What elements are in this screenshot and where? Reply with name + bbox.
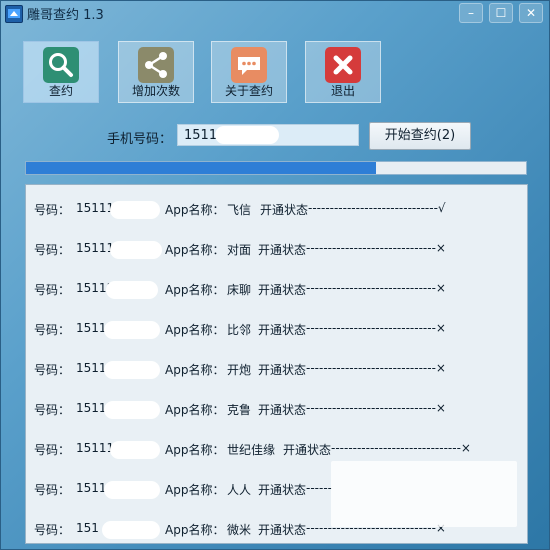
app-name: 微米	[227, 523, 252, 537]
list-item: 号码： 15111 App名称： 对面 开通状态 ---------------…	[26, 231, 527, 267]
app-label: App名称：	[165, 323, 225, 337]
status-value: ------------------------------×	[306, 241, 446, 255]
title-bar[interactable]: 雕哥查约 1.3 – ☐ ✕	[1, 1, 550, 25]
phone-row: 手机号码： 开始查约(2)	[1, 122, 550, 152]
share-icon	[138, 47, 174, 83]
number-value: 1511	[76, 481, 107, 495]
progress-bar	[25, 161, 527, 175]
number-label: 号码：	[34, 443, 71, 457]
start-check-button[interactable]: 开始查约(2)	[369, 122, 471, 150]
app-name: 世纪佳缘	[227, 443, 276, 457]
app-name: 对面	[227, 243, 252, 257]
status-label: 开通状态	[258, 483, 307, 497]
number-label: 号码：	[34, 483, 71, 497]
redaction-blur	[110, 441, 160, 459]
window-controls: – ☐ ✕	[459, 3, 543, 23]
list-item: 号码： 15111 App名称： 飞信 开通状态 ---------------…	[26, 191, 527, 227]
close-window-button[interactable]: ✕	[519, 3, 543, 23]
redaction-blur	[104, 321, 160, 339]
list-item: 号码： 15111 App名称： 床聊 开通状态 ---------------…	[26, 271, 527, 307]
check-button[interactable]: 查约	[23, 41, 99, 103]
number-value: 15111	[76, 441, 115, 455]
exit-button-label: 退出	[330, 84, 355, 98]
status-value: ------	[306, 481, 332, 495]
app-label: App名称：	[165, 523, 225, 537]
list-item: 号码： 1511 App名称： 比邻 开通状态 ----------------…	[26, 311, 527, 347]
close-window-icon: ✕	[525, 6, 537, 20]
status-label: 开通状态	[283, 443, 332, 457]
status-label: 开通状态	[258, 243, 307, 257]
status-value: ------------------------------×	[331, 441, 471, 455]
maximize-icon: ☐	[495, 6, 507, 20]
app-window: 雕哥查约 1.3 – ☐ ✕ 查约 增加次数 关于查约 退出 手机号码： 151…	[0, 0, 550, 550]
list-item: 号码： 1511 App名称： 克鲁 开通状态 ----------------…	[26, 391, 527, 427]
number-label: 号码：	[34, 403, 71, 417]
app-name: 克鲁	[227, 403, 252, 417]
status-value: ------------------------------×	[306, 321, 446, 335]
app-label: App名称：	[165, 363, 225, 377]
status-value: ------------------------------×	[306, 401, 446, 415]
number-label: 号码：	[34, 203, 71, 217]
redaction-blur	[102, 521, 160, 539]
minimize-button[interactable]: –	[459, 3, 483, 23]
about-button[interactable]: 关于查约	[211, 41, 287, 103]
redaction-blur	[215, 126, 279, 144]
check-button-label: 查约	[48, 84, 73, 98]
status-label: 开通状态	[258, 403, 307, 417]
number-value: 151	[76, 521, 99, 535]
number-value: 1511	[76, 401, 107, 415]
window-title: 雕哥查约 1.3	[27, 8, 104, 23]
redaction-blur	[104, 481, 160, 499]
minimize-icon: –	[468, 6, 474, 20]
number-label: 号码：	[34, 363, 71, 377]
add-count-button[interactable]: 增加次数	[118, 41, 194, 103]
about-button-label: 关于查约	[224, 84, 273, 98]
number-label: 号码：	[34, 283, 71, 297]
list-item: 号码： 1511 App名称： 开炮 开通状态 ----------------…	[26, 351, 527, 387]
number-label: 号码：	[34, 243, 71, 257]
number-label: 号码：	[34, 323, 71, 337]
status-value: ------------------------------√	[308, 201, 446, 215]
app-label: App名称：	[165, 403, 225, 417]
app-name: 人人	[227, 483, 252, 497]
status-label: 开通状态	[258, 363, 307, 377]
redaction-blur	[110, 201, 160, 219]
app-name: 飞信	[227, 203, 252, 217]
watermark-overlay	[331, 461, 517, 527]
app-logo-icon	[5, 5, 23, 23]
number-value: 1511	[76, 361, 107, 375]
redaction-blur	[104, 401, 160, 419]
search-icon	[43, 47, 79, 83]
app-name: 开炮	[227, 363, 252, 377]
number-value: 1511	[76, 321, 107, 335]
phone-label: 手机号码：	[107, 132, 173, 147]
exit-button[interactable]: 退出	[305, 41, 381, 103]
status-label: 开通状态	[258, 323, 307, 337]
number-value: 15111	[76, 241, 115, 255]
app-label: App名称：	[165, 483, 225, 497]
app-label: App名称：	[165, 243, 225, 257]
status-label: 开通状态	[260, 203, 309, 217]
app-label: App名称：	[165, 443, 225, 457]
toolbar: 查约 增加次数 关于查约 退出	[23, 41, 403, 105]
redaction-blur	[104, 361, 160, 379]
app-label: App名称：	[165, 203, 225, 217]
add-count-button-label: 增加次数	[131, 84, 180, 98]
status-label: 开通状态	[258, 283, 307, 297]
number-label: 号码：	[34, 523, 71, 537]
redaction-blur	[106, 281, 158, 299]
redaction-blur	[110, 241, 162, 259]
close-icon	[325, 47, 361, 83]
app-name: 床聊	[227, 283, 252, 297]
status-value: ------------------------------×	[306, 281, 446, 295]
maximize-button[interactable]: ☐	[489, 3, 513, 23]
number-value: 15111	[76, 201, 115, 215]
chat-icon	[231, 47, 267, 83]
progress-fill	[26, 162, 376, 174]
status-value: ------------------------------×	[306, 361, 446, 375]
app-name: 比邻	[227, 323, 252, 337]
status-label: 开通状态	[258, 523, 307, 537]
app-label: App名称：	[165, 283, 225, 297]
